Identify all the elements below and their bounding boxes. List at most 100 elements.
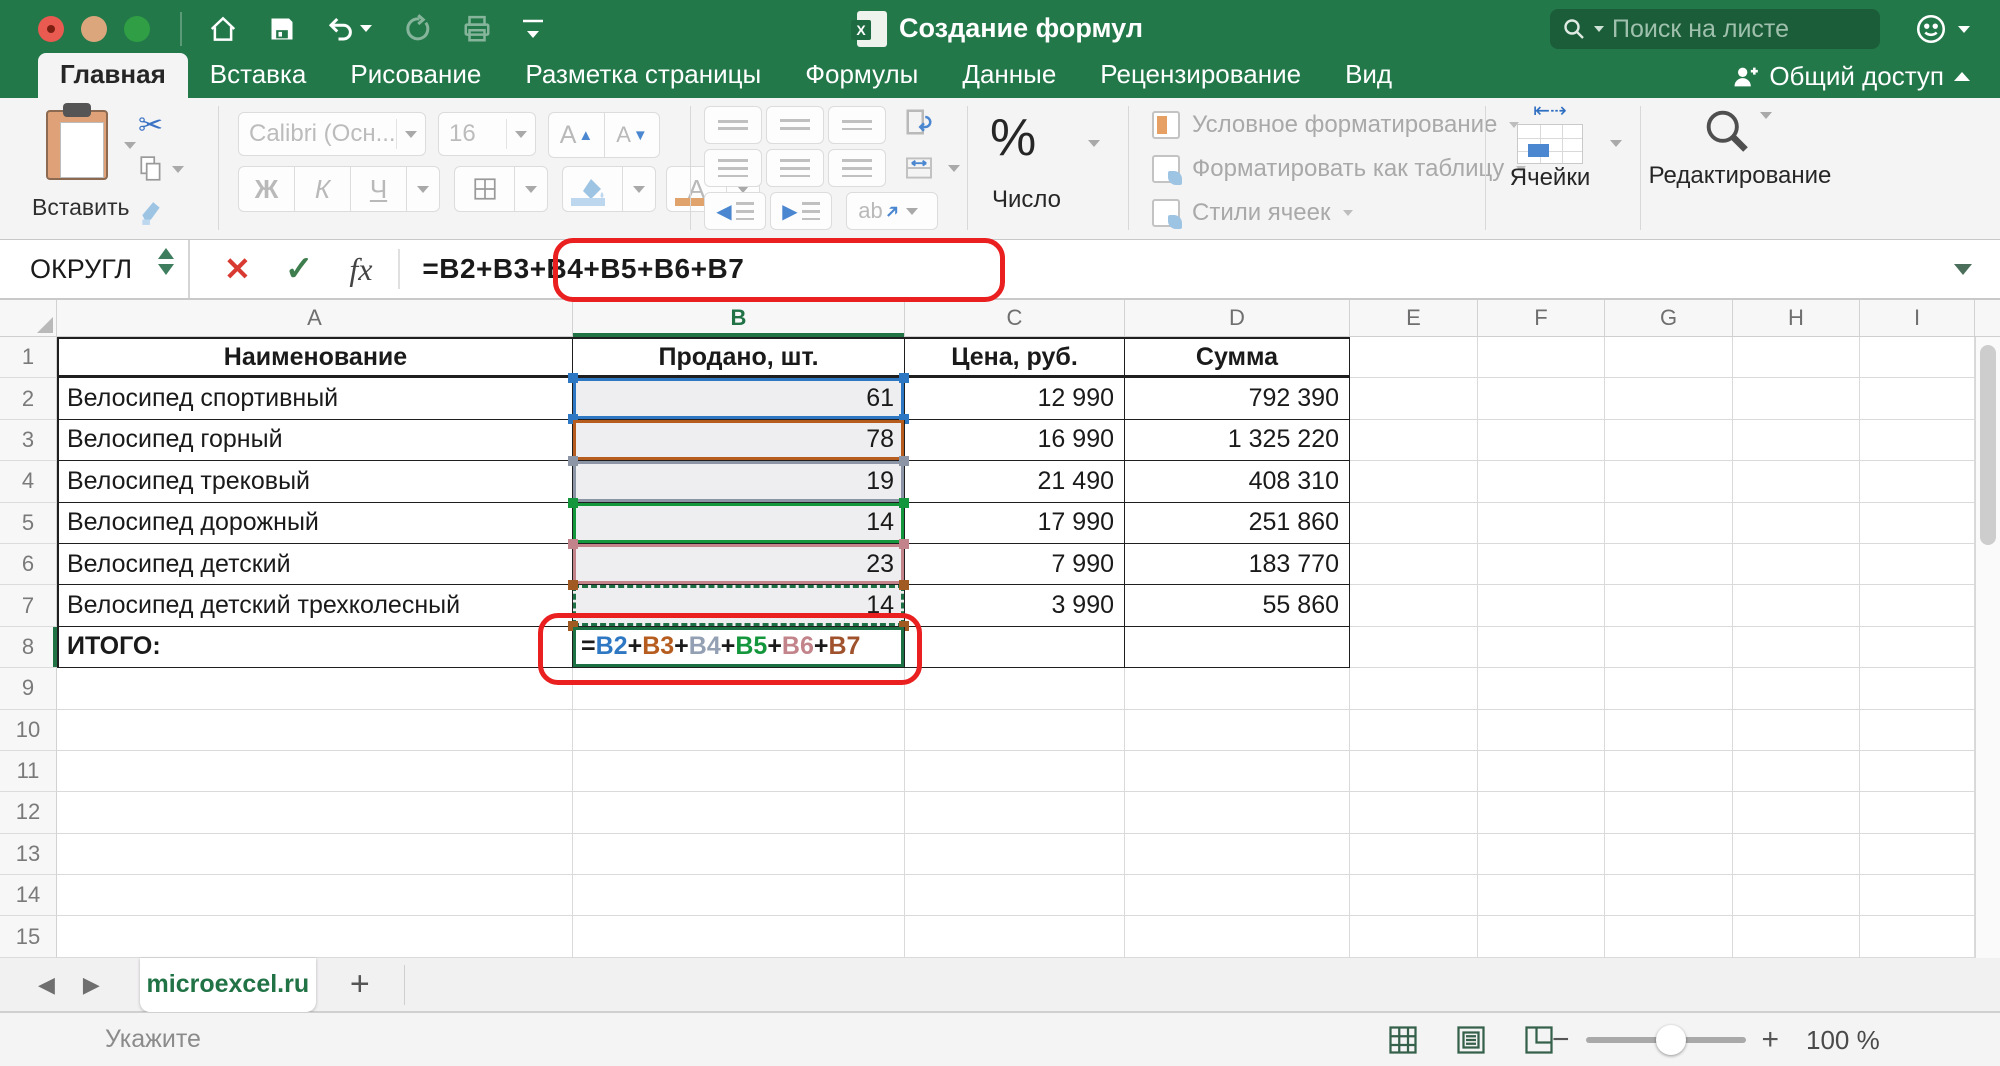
align-right-button[interactable] <box>828 149 886 187</box>
cell-I1[interactable] <box>1860 337 1975 378</box>
cell-F3[interactable] <box>1478 420 1605 461</box>
feedback-smiley-button[interactable] <box>1914 12 1970 46</box>
cell-F5[interactable] <box>1478 503 1605 544</box>
cell-B14[interactable] <box>573 875 905 916</box>
ribbon-tab-4[interactable]: Разметка страницы <box>503 53 783 98</box>
collapse-ribbon-chevron[interactable] <box>1954 72 1970 81</box>
grow-font-button[interactable]: A▲ <box>548 112 604 158</box>
cell-E10[interactable] <box>1350 710 1478 751</box>
cell-A7[interactable]: Велосипед детский трехколесный <box>57 585 573 626</box>
fill-color-button[interactable] <box>562 166 622 212</box>
wrap-text-icon[interactable] <box>904 107 934 143</box>
cell-B9[interactable] <box>573 668 905 709</box>
normal-view-icon[interactable] <box>1388 1025 1418 1060</box>
ribbon-tab-7[interactable]: Рецензирование <box>1078 53 1323 98</box>
cell-E5[interactable] <box>1350 503 1478 544</box>
insert-function-button[interactable]: fx <box>349 251 372 288</box>
cell-E7[interactable] <box>1350 585 1478 626</box>
cell-F7[interactable] <box>1478 585 1605 626</box>
search-scope-caret[interactable] <box>1594 26 1604 32</box>
cell-I15[interactable] <box>1860 916 1975 957</box>
column-header-A[interactable]: A <box>57 300 573 336</box>
smiley-caret[interactable] <box>1958 26 1970 33</box>
font-name-combo[interactable]: Calibri (Осн... <box>238 112 426 156</box>
cell-D11[interactable] <box>1125 751 1350 792</box>
cell-C7[interactable]: 3 990 <box>905 585 1125 626</box>
customize-toolbar-button[interactable] <box>522 19 544 38</box>
cell-A3[interactable]: Велосипед горный <box>57 420 573 461</box>
cell-E3[interactable] <box>1350 420 1478 461</box>
cell-B12[interactable] <box>573 792 905 833</box>
cell-G3[interactable] <box>1605 420 1733 461</box>
cell-A4[interactable]: Велосипед трековый <box>57 461 573 502</box>
cell-G12[interactable] <box>1605 792 1733 833</box>
style-menu-1[interactable]: Условное форматирование <box>1152 108 1526 142</box>
paste-dropdown-caret[interactable] <box>124 142 136 149</box>
cell-G9[interactable] <box>1605 668 1733 709</box>
cell-A5[interactable]: Велосипед дорожный <box>57 503 573 544</box>
cell-E15[interactable] <box>1350 916 1478 957</box>
cell-I10[interactable] <box>1860 710 1975 751</box>
cell-B15[interactable] <box>573 916 905 957</box>
row-header-15[interactable]: 15 <box>0 916 57 957</box>
orientation-button[interactable]: ab➔ <box>846 192 938 230</box>
cell-C11[interactable] <box>905 751 1125 792</box>
cell-F15[interactable] <box>1478 916 1605 957</box>
cell-I8[interactable] <box>1860 627 1975 668</box>
cell-E11[interactable] <box>1350 751 1478 792</box>
row-header-3[interactable]: 3 <box>0 420 57 461</box>
sheet-tab[interactable]: microexcel.ru <box>140 958 316 1012</box>
cell-H3[interactable] <box>1733 420 1860 461</box>
ribbon-tab-2[interactable]: Вставка <box>188 53 329 98</box>
cell-H6[interactable] <box>1733 544 1860 585</box>
row-header-1[interactable]: 1 <box>0 337 57 378</box>
italic-button[interactable]: К <box>294 166 350 212</box>
add-sheet-button[interactable]: + <box>350 965 370 1004</box>
cell-E8[interactable] <box>1350 627 1478 668</box>
cell-C8[interactable] <box>905 627 1125 668</box>
name-box-stepper[interactable] <box>158 248 174 275</box>
row-header-8[interactable]: 8 <box>0 627 57 668</box>
cell-I12[interactable] <box>1860 792 1975 833</box>
cell-C13[interactable] <box>905 834 1125 875</box>
ribbon-tab-3[interactable]: Рисование <box>328 53 503 98</box>
copy-dropdown-caret[interactable] <box>172 166 184 173</box>
cell-I5[interactable] <box>1860 503 1975 544</box>
row-header-4[interactable]: 4 <box>0 461 57 502</box>
cell-I13[interactable] <box>1860 834 1975 875</box>
cell-H2[interactable] <box>1733 378 1860 419</box>
copy-icon[interactable] <box>138 155 164 183</box>
cell-G4[interactable] <box>1605 461 1733 502</box>
cell-C9[interactable] <box>905 668 1125 709</box>
zoom-slider-thumb[interactable] <box>1656 1025 1686 1055</box>
borders-caret[interactable] <box>514 166 548 212</box>
cell-D10[interactable] <box>1125 710 1350 751</box>
cell-B4[interactable]: 19 <box>573 461 905 502</box>
cell-G13[interactable] <box>1605 834 1733 875</box>
cell-C3[interactable]: 16 990 <box>905 420 1125 461</box>
cell-A8[interactable]: ИТОГО: <box>57 627 573 668</box>
cell-C12[interactable] <box>905 792 1125 833</box>
column-header-C[interactable]: C <box>905 300 1125 336</box>
cells-button[interactable]: ⇤⇢ Ячейки <box>1502 108 1598 192</box>
cell-D7[interactable]: 55 860 <box>1125 585 1350 626</box>
cell-A14[interactable] <box>57 875 573 916</box>
enter-formula-button[interactable]: ✓ <box>285 249 314 289</box>
font-name-caret[interactable] <box>405 131 417 138</box>
cell-F6[interactable] <box>1478 544 1605 585</box>
align-left-button[interactable] <box>704 149 762 187</box>
cell-F14[interactable] <box>1478 875 1605 916</box>
cell-A2[interactable]: Велосипед спортивный <box>57 378 573 419</box>
cell-G14[interactable] <box>1605 875 1733 916</box>
ribbon-tab-1[interactable]: Главная <box>38 53 188 98</box>
cell-H8[interactable] <box>1733 627 1860 668</box>
bold-button[interactable]: Ж <box>238 166 294 212</box>
column-header-D[interactable]: D <box>1125 300 1350 336</box>
share-button[interactable]: Общий доступ <box>1731 61 1970 92</box>
cell-H13[interactable] <box>1733 834 1860 875</box>
cell-A1[interactable]: Наименование <box>57 337 573 378</box>
cut-icon[interactable]: ✂ <box>138 108 163 143</box>
editing-button[interactable]: Редактирование <box>1620 104 1860 190</box>
ribbon-tab-6[interactable]: Данные <box>940 53 1078 98</box>
cell-F4[interactable] <box>1478 461 1605 502</box>
